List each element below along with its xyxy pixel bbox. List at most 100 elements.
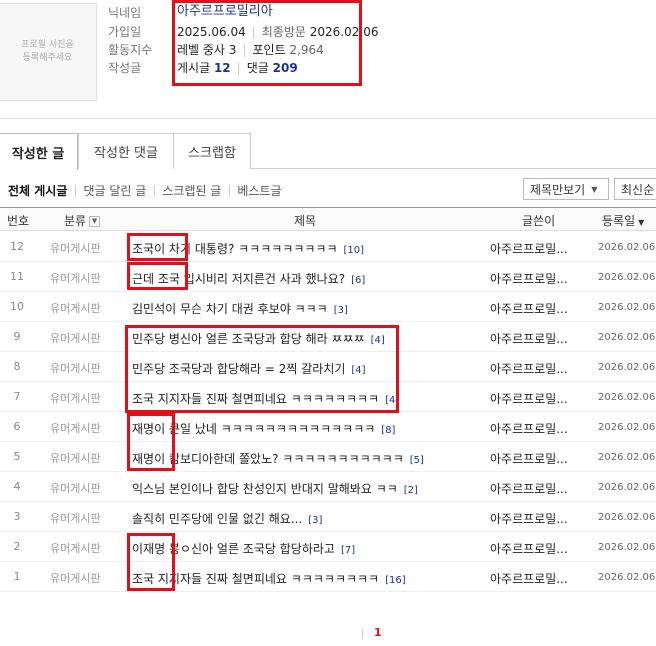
annotation-box-profile — [172, 0, 362, 86]
row-title-link[interactable]: 재명이 캄보디아한데 쫄았노? ㅋㅋㅋㅋㅋㅋㅋㅋㅋㅋㅋ [5] — [132, 450, 424, 467]
filter-all-posts[interactable]: 전체 게시글 — [8, 182, 73, 199]
row-comment-count[interactable]: [8] — [381, 425, 395, 436]
row-author[interactable]: 아주르프로밀... — [490, 450, 568, 467]
row-comment-count[interactable]: [3] — [308, 515, 322, 526]
header-date[interactable]: 등록일 ▼ — [602, 212, 644, 229]
row-author[interactable]: 아주르프로밀... — [490, 240, 568, 257]
row-author[interactable]: 아주르프로밀... — [490, 360, 568, 377]
table-row: 3 유머게시판 솔직히 민주당에 인물 없긴 해요... [3] 아주르프로밀..… — [0, 502, 656, 532]
table-row: 2 유머게시판 이재명 봉ㅇ신아 얼른 조국당 합당하라고 [7] 아주르프로밀.… — [0, 532, 656, 562]
sort-order-value: 최신순 — [621, 182, 655, 197]
posts-label: 작성글 — [108, 61, 142, 75]
table-row: 11 유머게시판 근데 조국 입시비리 저지른건 사과 했나요? [6] 아주르프… — [0, 262, 656, 292]
table-row: 10 유머게시판 김민석이 무슨 차기 대권 후보야 ㅋㅋㅋ [3] 아주르프로밀… — [0, 292, 656, 322]
row-category[interactable]: 유머게시판 — [50, 360, 101, 376]
row-category[interactable]: 유머게시판 — [50, 390, 101, 406]
pagination-divider — [362, 629, 363, 639]
row-comment-count[interactable]: [3] — [334, 305, 348, 316]
row-comment-count[interactable]: [10] — [344, 245, 365, 256]
filter-commented[interactable]: 댓글 달린 글 — [77, 182, 152, 199]
profile-photo-placeholder[interactable]: 프로필 사진을 등록해주세요 — [0, 3, 97, 101]
header-title: 제목 — [294, 214, 317, 228]
header-date-label: 등록일 — [602, 214, 636, 228]
row-category[interactable]: 유머게시판 — [50, 330, 101, 346]
activity-label: 활동지수 — [108, 43, 153, 57]
header-num: 번호 — [7, 214, 30, 228]
row-author[interactable]: 아주르프로밀... — [490, 480, 568, 497]
row-date: 2026.02.06 — [598, 242, 656, 253]
row-title-link[interactable]: 김민석이 무슨 차기 대권 후보야 ㅋㅋㅋ [3] — [132, 300, 348, 317]
annotation-box-row-12 — [127, 233, 188, 261]
row-author[interactable]: 아주르프로밀... — [490, 420, 568, 437]
view-mode-value: 제목만보기 — [530, 182, 586, 197]
table-row: 12 유머게시판 조국이 차기 대통령? ㅋㅋㅋㅋㅋㅋㅋㅋㅋ [10] 아주르프로… — [0, 232, 656, 262]
caret-down-icon: ▼ — [638, 218, 645, 227]
row-date: 2026.02.06 — [598, 572, 656, 583]
table-row: 1 유머게시판 조국 지지자들 진짜 철면피네요 ㅋㅋㅋㅋㅋㅋㅋㅋ [16] 아주… — [0, 562, 656, 592]
pagination: 1 — [0, 626, 656, 642]
annotation-box-rows-6-5 — [127, 413, 175, 471]
row-comment-count[interactable]: [2] — [404, 485, 418, 496]
header-category[interactable]: 분류 ▼ — [64, 212, 101, 229]
row-comment-count[interactable]: [16] — [385, 575, 406, 586]
row-num: 5 — [13, 450, 21, 463]
row-title: 익스님 본인이나 합당 찬성인지 반대지 말해봐요 ㅋㅋ — [132, 482, 398, 496]
annotation-box-row-11 — [127, 262, 188, 290]
row-author[interactable]: 아주르프로밀... — [490, 270, 568, 287]
row-author[interactable]: 아주르프로밀... — [490, 540, 568, 557]
row-author[interactable]: 아주르프로밀... — [490, 390, 568, 407]
row-date: 2026.02.06 — [598, 272, 656, 283]
table-row: 4 유머게시판 익스님 본인이나 합당 찬성인지 반대지 말해봐요 ㅋㅋ [2] … — [0, 472, 656, 502]
table-header: 번호 분류 ▼ 제목 글쓴이 등록일 ▼ — [0, 207, 656, 231]
row-category[interactable]: 유머게시판 — [50, 450, 101, 466]
row-title-link[interactable]: 솔직히 민주당에 인물 없긴 해요... [3] — [132, 510, 322, 527]
row-title: 김민석이 무슨 차기 대권 후보야 ㅋㅋㅋ — [132, 302, 328, 316]
row-category[interactable]: 유머게시판 — [50, 540, 101, 556]
row-category[interactable]: 유머게시판 — [50, 570, 101, 586]
row-author[interactable]: 아주르프로밀... — [490, 300, 568, 317]
row-comment-count[interactable]: [6] — [351, 275, 365, 286]
row-date: 2026.02.06 — [598, 332, 656, 343]
row-num: 1 — [13, 570, 21, 583]
row-title-link[interactable]: 익스님 본인이나 합당 찬성인지 반대지 말해봐요 ㅋㅋ [2] — [132, 480, 418, 497]
sort-order-select[interactable]: 최신순 — [614, 178, 656, 200]
row-comment-count[interactable]: [5] — [410, 455, 424, 466]
row-num: 12 — [10, 240, 24, 253]
row-date: 2026.02.06 — [598, 362, 656, 373]
joined-label: 가입일 — [108, 25, 142, 39]
row-num: 10 — [10, 300, 24, 313]
row-category[interactable]: 유머게시판 — [50, 420, 101, 436]
sort-toggle-icon[interactable]: ▼ — [89, 216, 101, 227]
tab-my-posts[interactable]: 작성한 글 — [0, 133, 78, 170]
row-category[interactable]: 유머게시판 — [50, 510, 101, 526]
row-title: 솔직히 민주당에 인물 없긴 해요... — [132, 512, 303, 526]
header-author: 글쓴이 — [522, 214, 556, 228]
row-num: 8 — [13, 360, 21, 373]
table-row: 6 유머게시판 재명이 큰일 났네 ㅋㅋㅋㅋㅋㅋㅋㅋㅋㅋㅋㅋㅋㅋ [8] 아주르프… — [0, 412, 656, 442]
view-mode-select[interactable]: 제목만보기 ▼ — [523, 178, 609, 200]
tab-scrap[interactable]: 스크랩함 — [173, 133, 251, 169]
row-category[interactable]: 유머게시판 — [50, 270, 101, 286]
row-num: 7 — [13, 390, 21, 403]
row-comment-count[interactable]: [7] — [341, 545, 355, 556]
row-date: 2026.02.06 — [598, 392, 656, 403]
profile-divider — [0, 118, 656, 119]
row-date: 2026.02.06 — [598, 542, 656, 553]
filter-scrapped[interactable]: 스크랩된 글 — [156, 182, 227, 199]
filter-best[interactable]: 베스트글 — [231, 182, 287, 199]
row-date: 2026.02.06 — [598, 482, 656, 493]
chevron-down-icon: ▼ — [591, 184, 598, 194]
row-category[interactable]: 유머게시판 — [50, 300, 101, 316]
profile-section: 프로필 사진을 등록해주세요 닉네임 가입일 활동지수 작성글 아주르프로밀리아… — [0, 0, 656, 118]
row-num: 6 — [13, 420, 21, 433]
tab-my-comments[interactable]: 작성한 댓글 — [78, 133, 174, 169]
row-category[interactable]: 유머게시판 — [50, 240, 101, 256]
row-author[interactable]: 아주르프로밀... — [490, 570, 568, 587]
page-current[interactable]: 1 — [374, 626, 382, 639]
row-author[interactable]: 아주르프로밀... — [490, 330, 568, 347]
row-author[interactable]: 아주르프로밀... — [490, 510, 568, 527]
row-num: 9 — [13, 330, 21, 343]
row-num: 4 — [13, 480, 21, 493]
annotation-box-rows-2-1 — [127, 533, 175, 591]
row-category[interactable]: 유머게시판 — [50, 480, 101, 496]
